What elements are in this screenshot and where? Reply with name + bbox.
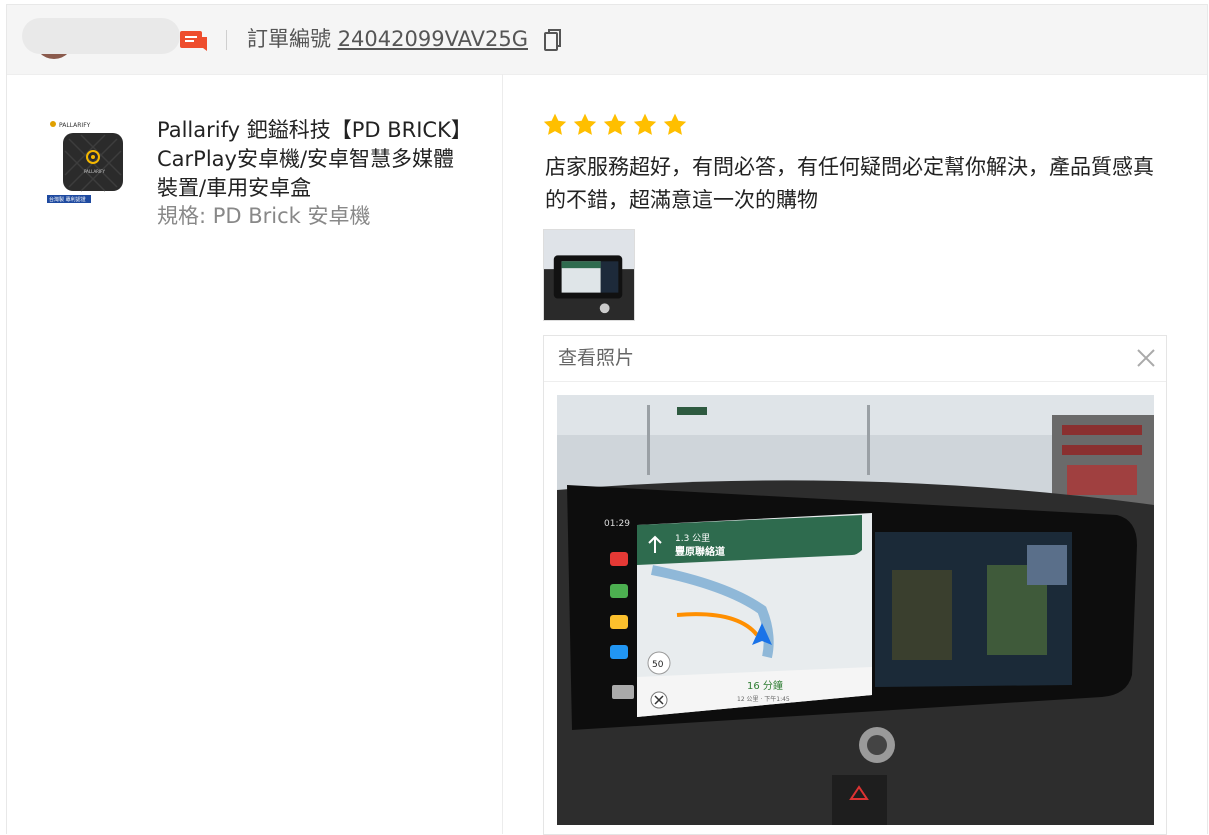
order-number-link[interactable]: 24042099VAV25G: [338, 27, 528, 51]
svg-text:PALLARIFY: PALLARIFY: [59, 122, 91, 129]
photo-viewer: 查看照片 01:29 1.3 公里 豐原聯絡道 50 16 分鐘 12 公里 ·…: [543, 335, 1167, 835]
product-name[interactable]: Pallarify 鈀鎰科技【PD BRICK】CarPlay安卓機/安卓智慧多…: [157, 116, 462, 203]
review-photo: 01:29 1.3 公里 豐原聯絡道 50 16 分鐘 12 公里 · 下午1:…: [557, 395, 1154, 825]
svg-text:台灣製 專利認證: 台灣製 專利認證: [49, 196, 86, 203]
chat-icon[interactable]: [179, 27, 209, 55]
review-photo-thumbnail[interactable]: [543, 229, 635, 321]
star-icon: [633, 113, 657, 135]
star-icon: [543, 113, 567, 135]
nav-distance: 1.3 公里: [675, 533, 710, 544]
svg-text:PALLARIFY: PALLARIFY: [84, 169, 105, 174]
star-icon: [573, 113, 597, 135]
header-separator: [226, 30, 227, 50]
order-info: 訂單編號 24042099VAV25G: [247, 25, 528, 53]
screen-time: 01:29: [604, 519, 630, 529]
review-text: 店家服務超好，有問必答，有任何疑問必定幫你解決，產品質感真的不錯，超滿意這一次的…: [545, 155, 1154, 212]
star-icon: [603, 113, 627, 135]
product-variant: 規格: PD Brick 安卓機: [157, 204, 371, 228]
speed-limit: 50: [652, 660, 664, 670]
star-icon: [663, 113, 687, 135]
rating-stars: [542, 112, 688, 140]
column-divider: [502, 74, 503, 834]
nav-road: 豐原聯絡道: [675, 545, 725, 558]
username-redacted: [22, 18, 180, 54]
order-review-card: 訂單編號 24042099VAV25G PALLARIFY PALLARIFY …: [6, 4, 1208, 835]
photo-viewer-header: 查看照片: [544, 336, 1166, 382]
eta-detail: 12 公里 · 下午1:45: [737, 695, 790, 703]
copy-icon[interactable]: [543, 27, 563, 53]
photo-viewer-title: 查看照片: [558, 347, 635, 369]
eta: 16 分鐘: [747, 679, 783, 692]
product-thumbnail[interactable]: PALLARIFY PALLARIFY 台灣製 專利認證: [47, 117, 127, 207]
order-label: 訂單編號: [247, 27, 331, 51]
close-icon[interactable]: [1134, 346, 1158, 370]
order-header: 訂單編號 24042099VAV25G: [7, 5, 1207, 75]
